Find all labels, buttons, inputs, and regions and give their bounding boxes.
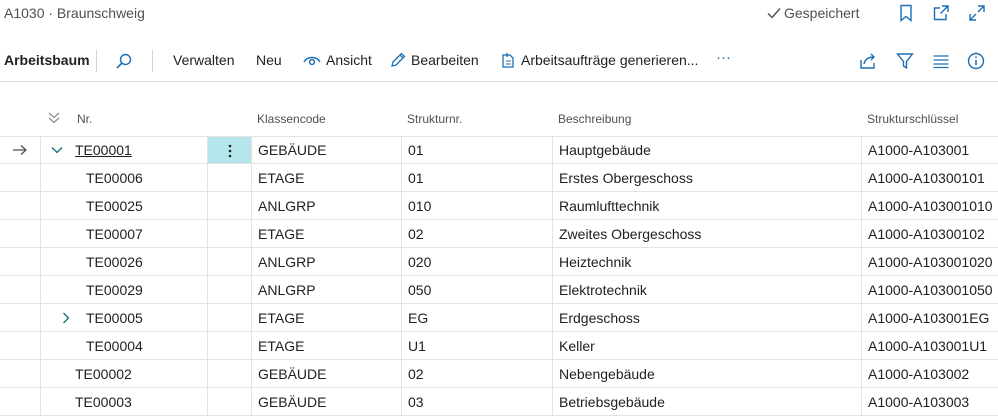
divider (96, 50, 97, 72)
row-structure-no: 01 (408, 170, 424, 186)
view-button[interactable]: Ansicht (303, 52, 372, 68)
edit-button[interactable]: Bearbeiten (390, 52, 479, 68)
column-header-nr[interactable]: Nr. (77, 112, 92, 126)
row-description: Nebengebäude (559, 366, 655, 382)
generate-work-orders-button[interactable]: Arbeitsaufträge generieren... (500, 52, 698, 68)
row-structure-no: EG (408, 310, 429, 326)
table-row[interactable]: TE00004 ETAGE U1 Keller A1000-A103001U1 (0, 332, 998, 360)
row-nr[interactable]: TE00005 (86, 304, 143, 332)
title-bar: A1030 · Braunschweig Gespeichert (0, 0, 998, 28)
row-structure-key: A1000-A103001010 (868, 198, 993, 214)
row-description: Betriebsgebäude (559, 394, 665, 410)
row-structure-no: 020 (408, 254, 432, 270)
more-options-button[interactable]: ··· (716, 49, 731, 66)
row-nr[interactable]: TE00025 (86, 192, 143, 220)
info-icon[interactable] (966, 51, 986, 71)
bookmark-icon[interactable] (896, 3, 916, 23)
chevron-down-icon[interactable] (50, 136, 64, 164)
saved-status: Gespeichert (766, 5, 859, 21)
row-description: Keller (559, 338, 595, 354)
row-nr[interactable]: TE00002 (75, 360, 132, 388)
row-nr[interactable]: TE00004 (86, 332, 143, 360)
row-class-code: ETAGE (258, 338, 305, 354)
row-description: Heiztechnik (559, 254, 632, 270)
row-structure-key: A1000-A103002 (868, 366, 970, 382)
generate-icon (502, 53, 514, 68)
row-nr[interactable]: TE00029 (86, 276, 143, 304)
column-header-structure-no[interactable]: Strukturnr. (407, 112, 462, 126)
column-header-description[interactable]: Beschreibung (558, 112, 631, 126)
row-structure-no: U1 (408, 338, 426, 354)
pencil-icon (391, 52, 406, 67)
search-icon[interactable] (114, 51, 134, 71)
row-structure-key: A1000-A103001 (868, 142, 970, 158)
row-class-code: ETAGE (258, 310, 305, 326)
row-structure-key: A1000-A103001050 (868, 282, 993, 298)
row-structure-no: 02 (408, 226, 424, 242)
chevron-right-icon[interactable] (61, 304, 71, 332)
table-row[interactable]: TE00003 GEBÄUDE 03 Betriebsgebäude A1000… (0, 388, 998, 416)
column-header-structure-key[interactable]: Strukturschlüssel (867, 112, 958, 126)
page-title: A1030 · Braunschweig (4, 5, 145, 21)
row-class-code: GEBÄUDE (258, 394, 327, 410)
saved-label: Gespeichert (784, 5, 860, 21)
checkmark-icon (767, 8, 781, 19)
action-bar: Arbeitsbaum Verwalten Neu Ansicht Bearbe… (0, 40, 998, 82)
row-structure-key: A1000-A103001U1 (868, 338, 988, 354)
row-description: Zweites Obergeschoss (559, 226, 702, 242)
edit-label: Bearbeiten (411, 52, 479, 68)
row-nr[interactable]: TE00026 (86, 248, 143, 276)
row-class-code: ANLGRP (258, 198, 316, 214)
table-row[interactable]: TE00001 GEBÄUDE 01 Hauptgebäude A1000-A1… (0, 136, 998, 164)
row-description: Hauptgebäude (559, 142, 651, 158)
collapse-all-icon[interactable] (46, 110, 62, 126)
row-class-code: GEBÄUDE (258, 142, 327, 158)
row-nr-link[interactable]: TE00001 (75, 136, 132, 164)
share-icon[interactable] (858, 51, 878, 71)
row-structure-no: 050 (408, 282, 432, 298)
eye-icon (303, 56, 321, 66)
row-structure-key: A1000-A103001020 (868, 254, 993, 270)
table-row[interactable]: TE00005 ETAGE EG Erdgeschoss A1000-A1030… (0, 304, 998, 332)
row-structure-no: 010 (408, 198, 432, 214)
grid-line (0, 415, 998, 416)
manage-menu-button[interactable]: Verwalten (173, 52, 234, 68)
row-description: Erdgeschoss (559, 310, 640, 326)
filter-icon[interactable] (895, 51, 915, 71)
table-row[interactable]: TE00025 ANLGRP 010 Raumlufttechnik A1000… (0, 192, 998, 220)
arrow-right-icon (12, 136, 28, 164)
divider (152, 50, 153, 72)
page-name-label: Arbeitsbaum (4, 52, 90, 68)
view-label: Ansicht (326, 52, 372, 68)
row-structure-no: 03 (408, 394, 424, 410)
row-structure-key: A1000-A10300102 (868, 226, 985, 242)
row-structure-key: A1000-A10300101 (868, 170, 985, 186)
row-class-code: GEBÄUDE (258, 366, 327, 382)
row-structure-no: 02 (408, 366, 424, 382)
expand-icon[interactable] (967, 3, 987, 23)
table-row[interactable]: TE00002 GEBÄUDE 02 Nebengebäude A1000-A1… (0, 360, 998, 388)
row-structure-no: 01 (408, 142, 424, 158)
column-header-class-code[interactable]: Klassencode (257, 112, 326, 126)
row-description: Elektrotechnik (559, 282, 647, 298)
table-row[interactable]: TE00006 ETAGE 01 Erstes Obergeschoss A10… (0, 164, 998, 192)
row-nr[interactable]: TE00007 (86, 220, 143, 248)
new-button[interactable]: Neu (256, 52, 282, 68)
row-class-code: ANLGRP (258, 254, 316, 270)
open-new-window-icon[interactable] (931, 3, 951, 23)
row-description: Raumlufttechnik (559, 198, 660, 214)
generate-label: Arbeitsaufträge generieren... (521, 52, 699, 68)
row-description: Erstes Obergeschoss (559, 170, 693, 186)
table-row[interactable]: TE00026 ANLGRP 020 Heiztechnik A1000-A10… (0, 248, 998, 276)
row-structure-key: A1000-A103001EG (868, 310, 990, 326)
row-structure-key: A1000-A103003 (868, 394, 970, 410)
table-row[interactable]: TE00007 ETAGE 02 Zweites Obergeschoss A1… (0, 220, 998, 248)
row-class-code: ETAGE (258, 170, 305, 186)
row-class-code: ANLGRP (258, 282, 316, 298)
row-nr[interactable]: TE00006 (86, 164, 143, 192)
row-class-code: ETAGE (258, 226, 305, 242)
list-icon[interactable] (931, 51, 951, 71)
table-row[interactable]: TE00029 ANLGRP 050 Elektrotechnik A1000-… (0, 276, 998, 304)
row-nr[interactable]: TE00003 (75, 388, 132, 416)
